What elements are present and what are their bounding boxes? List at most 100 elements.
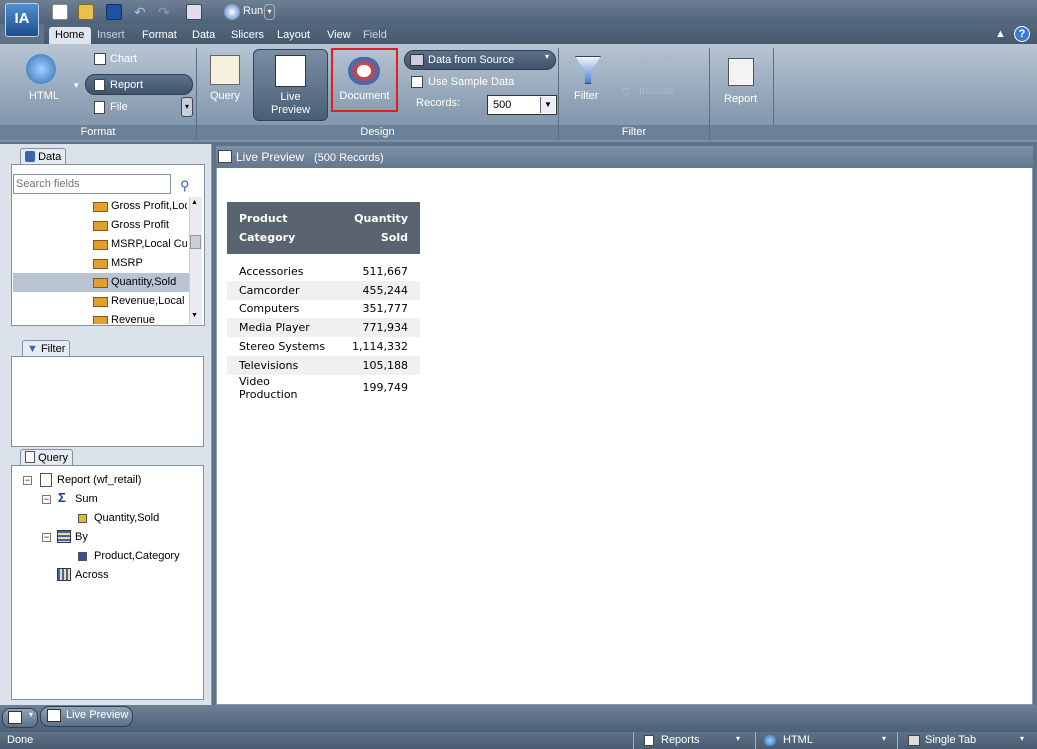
save-icon[interactable] xyxy=(106,4,122,20)
tree-across[interactable]: Across xyxy=(75,566,109,585)
html-button[interactable]: HTML xyxy=(29,90,59,102)
field-list-scrollbar[interactable] xyxy=(189,197,202,324)
data-source-dropdown-icon[interactable]: ▾ xyxy=(545,52,549,61)
tree-sum[interactable]: Sum xyxy=(75,490,98,509)
filter-group-label: Filter xyxy=(559,125,709,140)
measure-icon xyxy=(93,202,108,212)
list-item[interactable]: Gross Profit,Local xyxy=(13,197,189,216)
tab-view[interactable]: View xyxy=(321,27,357,44)
file-dropdown-icon[interactable]: ▾ xyxy=(181,97,193,117)
html-globe-icon[interactable] xyxy=(26,54,56,84)
tab-data[interactable]: Data xyxy=(186,27,224,44)
list-item[interactable]: Revenue xyxy=(13,311,189,324)
tree-by-field[interactable]: Product,Category xyxy=(94,547,180,566)
tree-sum-field[interactable]: Quantity,Sold xyxy=(94,509,159,528)
document-icon xyxy=(348,57,380,85)
search-fields-input[interactable] xyxy=(13,174,171,194)
help-icon[interactable]: ? xyxy=(1014,26,1030,42)
use-sample-data-button[interactable]: Use Sample Data xyxy=(428,76,514,88)
tree-by[interactable]: By xyxy=(75,528,88,547)
table-row: Stereo Systems 1,114,332 xyxy=(227,337,420,356)
filter-panel-header: ▼ Filter xyxy=(22,340,71,356)
html-dropdown-icon[interactable]: ▾ xyxy=(74,80,79,91)
chart-button[interactable]: Chart xyxy=(110,53,137,65)
scroll-up-icon[interactable]: ▲ xyxy=(191,199,198,206)
header-quantity-sold: Quantity Sold xyxy=(340,202,420,254)
run-button[interactable]: Run xyxy=(243,5,263,17)
data-panel-title: Data xyxy=(38,151,62,163)
live-preview-label: Live Preview xyxy=(270,91,311,116)
measure-icon xyxy=(93,259,108,269)
app-logo[interactable]: IA xyxy=(5,3,39,37)
by-grid-icon xyxy=(57,530,71,543)
report-tree-icon xyxy=(40,473,52,487)
cell-quantity: 511,667 xyxy=(362,264,409,278)
cell-category: Stereo Systems xyxy=(239,340,326,354)
cell-quantity: 1,114,332 xyxy=(352,340,408,354)
spacer xyxy=(227,254,420,262)
open-icon[interactable] xyxy=(78,4,94,20)
collapse-icon[interactable]: − xyxy=(42,495,51,504)
report-insert-icon[interactable] xyxy=(728,58,754,86)
bottom-tab-bar xyxy=(0,705,1037,732)
live-preview-tab-icon xyxy=(218,150,232,163)
list-item[interactable]: MSRP,Local Currency xyxy=(13,235,189,254)
query-icon[interactable] xyxy=(210,55,240,85)
tab-home[interactable]: Home xyxy=(49,27,91,44)
reports-dropdown-icon[interactable]: ▾ xyxy=(736,734,740,743)
run-icon[interactable] xyxy=(224,4,240,20)
print-preview-icon[interactable] xyxy=(186,4,202,20)
search-icon[interactable]: ⚲ xyxy=(180,178,190,194)
collapse-icon[interactable]: − xyxy=(42,533,51,542)
cell-category: Video Production xyxy=(239,374,298,401)
chart-icon xyxy=(94,53,106,65)
list-item-selected[interactable]: Quantity,Sold xyxy=(13,273,189,292)
report-insert-button[interactable]: Report xyxy=(724,93,757,105)
scrollbar-thumb[interactable] xyxy=(190,235,201,249)
report-table: Product Category Quantity Sold Accessori… xyxy=(227,202,420,401)
field-list: Gross Profit,Local Gross Profit MSRP,Loc… xyxy=(13,197,189,324)
scroll-down-icon[interactable]: ▼ xyxy=(191,312,198,319)
cell-quantity: 455,244 xyxy=(340,280,420,300)
tree-report[interactable]: Report (wf_retail) xyxy=(57,471,141,490)
file-button[interactable]: File xyxy=(110,101,128,113)
collapse-ribbon-icon[interactable]: ▲ xyxy=(995,28,1006,40)
undo-icon[interactable]: ↶ xyxy=(134,4,146,21)
collapse-icon[interactable]: − xyxy=(23,476,32,485)
include-icon: ▽ xyxy=(621,85,631,99)
title-bar xyxy=(0,0,1037,24)
reports-icon xyxy=(644,735,654,746)
format-dropdown-icon[interactable]: ▾ xyxy=(882,734,886,743)
table-row: Media Player 771,934 xyxy=(227,318,420,338)
list-item[interactable]: Gross Profit xyxy=(13,216,189,235)
measure-icon xyxy=(93,316,108,324)
tab-mode-dropdown-icon[interactable]: ▾ xyxy=(1020,734,1024,743)
run-dropdown-icon[interactable]: ▾ xyxy=(264,4,275,20)
format-status-select[interactable] xyxy=(755,732,895,749)
tab-field[interactable]: Field xyxy=(357,27,395,44)
measure-icon xyxy=(93,278,108,288)
tab-layout[interactable]: Layout xyxy=(271,27,321,44)
tab-insert[interactable]: Insert xyxy=(91,27,136,44)
preview-title: Live Preview xyxy=(236,150,305,164)
table-row: Televisions 105,188 xyxy=(227,355,420,375)
tab-format[interactable]: Format xyxy=(136,27,186,44)
filter-icon: ▼ xyxy=(27,343,38,355)
filter-panel[interactable] xyxy=(11,356,204,447)
cell-category: Media Player xyxy=(227,318,341,338)
list-item[interactable]: Revenue,Local xyxy=(13,292,189,311)
filter-button[interactable]: Filter xyxy=(574,90,598,102)
table-header-row: Product Category Quantity Sold xyxy=(227,202,420,254)
html-status-icon xyxy=(764,735,776,746)
live-preview-tab-icon xyxy=(47,709,61,722)
window-dropdown-icon: ▾ xyxy=(29,710,34,719)
list-item[interactable]: MSRP xyxy=(13,254,189,273)
new-icon[interactable] xyxy=(52,4,68,20)
ribbon-footer xyxy=(710,125,1037,140)
measure-icon xyxy=(93,221,108,231)
query-button[interactable]: Query xyxy=(210,90,240,102)
cell-quantity: 351,777 xyxy=(362,302,409,316)
records-dropdown-icon[interactable]: ▼ xyxy=(540,97,555,113)
tab-slicers[interactable]: Slicers xyxy=(225,27,271,44)
data-from-source-label: Data from Source xyxy=(428,54,515,66)
